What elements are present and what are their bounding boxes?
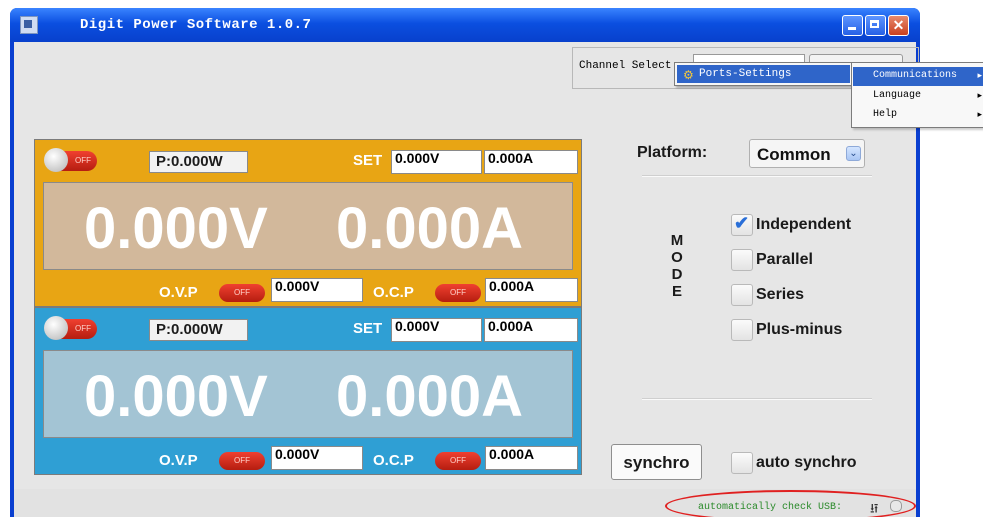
title-bar[interactable]: Digit Power Software 1.0.7 ✕ [10, 8, 920, 42]
switch-knob-icon [44, 316, 68, 340]
auto-synchro-label: auto synchro [756, 454, 857, 471]
main-display: 0.000V 0.000A [43, 350, 573, 438]
menu-item-communications[interactable]: Communications ▸ [853, 67, 983, 86]
ovp-value-field[interactable]: 0.000V [271, 278, 363, 302]
channel-1-panel: OFF P:0.000W SET 0.000V 0.000A 0.000V 0.… [34, 139, 582, 307]
close-button[interactable]: ✕ [888, 15, 909, 36]
ports-settings-submenu: Communications ▸ Language ▸ Help ▸ [851, 62, 983, 128]
divider [642, 175, 872, 177]
menu-item-language[interactable]: Language ▸ [853, 87, 983, 106]
chevron-right-icon: ▸ [977, 109, 982, 119]
ocp-toggle[interactable]: OFF [435, 284, 481, 302]
chevron-right-icon: ▸ [977, 70, 982, 80]
set-current-field[interactable]: 0.000A [484, 318, 578, 342]
power-readout: P:0.000W [149, 151, 248, 173]
main-display: 0.000V 0.000A [43, 182, 573, 270]
output-switch-1[interactable]: OFF [44, 148, 97, 172]
app-icon[interactable] [20, 16, 38, 34]
platform-select[interactable]: Common ⌄ [749, 139, 865, 168]
mode-letter: O [671, 249, 683, 266]
chevron-right-icon: ▸ [977, 90, 982, 100]
ovp-toggle[interactable]: OFF [219, 284, 265, 302]
usb-icon: ⭿ [870, 501, 879, 516]
series-checkbox[interactable] [731, 284, 753, 306]
mode-option-label: Parallel [756, 251, 813, 268]
mode-letter: D [671, 266, 683, 283]
ocp-label: O.C.P [373, 452, 414, 469]
mode-option-label: Independent [756, 216, 852, 233]
divider [642, 398, 872, 400]
set-voltage-field[interactable]: 0.000V [391, 150, 482, 174]
ocp-value-field[interactable]: 0.000A [485, 278, 578, 302]
mode-letter: E [671, 283, 682, 300]
menu-item-help[interactable]: Help ▸ [853, 106, 983, 125]
ovp-state-label: OFF [234, 288, 250, 297]
window-title: Digit Power Software 1.0.7 [80, 17, 312, 33]
set-voltage-field[interactable]: 0.000V [391, 318, 482, 342]
chevron-down-icon[interactable]: ⌄ [846, 146, 861, 161]
settings-popup-menu: ⚙ Ports-Settings [674, 62, 853, 86]
checkmark-icon: ✔ [734, 213, 750, 233]
menu-item-label: Communications [873, 70, 958, 81]
platform-value: Common [757, 145, 831, 164]
ovp-state-label: OFF [234, 456, 250, 465]
maximize-button[interactable] [865, 15, 886, 36]
ocp-label: O.C.P [373, 284, 414, 301]
switch-state-label: OFF [75, 324, 91, 333]
usb-status-text: automatically check USB: [698, 502, 843, 513]
switch-state-label: OFF [75, 156, 91, 165]
ovp-label: O.V.P [159, 284, 198, 301]
channel-2-panel: OFF P:0.000W SET 0.000V 0.000A 0.000V 0.… [34, 307, 582, 475]
set-label: SET [353, 320, 383, 337]
independent-checkbox[interactable]: ✔ [731, 213, 753, 236]
usb-indicator [890, 500, 902, 512]
mode-option-label: Plus-minus [756, 321, 843, 338]
mode-option-label: Series [756, 286, 805, 303]
set-label: SET [353, 152, 383, 169]
output-switch-2[interactable]: OFF [44, 316, 97, 340]
set-current-field[interactable]: 0.000A [484, 150, 578, 174]
current-display: 0.000A [336, 196, 524, 261]
parallel-checkbox[interactable] [731, 249, 753, 271]
platform-label: Platform: [637, 144, 708, 161]
power-readout: P:0.000W [149, 319, 248, 341]
ovp-value-field[interactable]: 0.000V [271, 446, 363, 470]
voltage-display: 0.000V [84, 196, 268, 261]
voltage-display: 0.000V [84, 364, 268, 429]
menu-item-ports-settings[interactable]: ⚙ Ports-Settings [677, 65, 850, 83]
ocp-toggle[interactable]: OFF [435, 452, 481, 470]
current-display: 0.000A [336, 364, 524, 429]
gear-icon: ⚙ [683, 68, 694, 82]
ocp-state-label: OFF [450, 288, 466, 297]
client-area: Channel Select: OFF P:0.000W SET 0.000V … [14, 42, 919, 517]
ocp-state-label: OFF [450, 456, 466, 465]
minimize-button[interactable] [842, 15, 863, 36]
ovp-label: O.V.P [159, 452, 198, 469]
menu-item-label: Help [873, 109, 898, 120]
menu-item-label: Ports-Settings [699, 68, 792, 80]
channel-select-label: Channel Select: [579, 60, 679, 72]
auto-synchro-checkbox[interactable] [731, 452, 753, 474]
plus-minus-checkbox[interactable] [731, 319, 753, 341]
ovp-toggle[interactable]: OFF [219, 452, 265, 470]
mode-label: M O D E [668, 232, 686, 300]
ocp-value-field[interactable]: 0.000A [485, 446, 578, 470]
synchro-button[interactable]: synchro [611, 444, 702, 480]
switch-knob-icon [44, 148, 68, 172]
mode-letter: M [670, 232, 684, 249]
menu-item-label: Language [873, 90, 922, 101]
